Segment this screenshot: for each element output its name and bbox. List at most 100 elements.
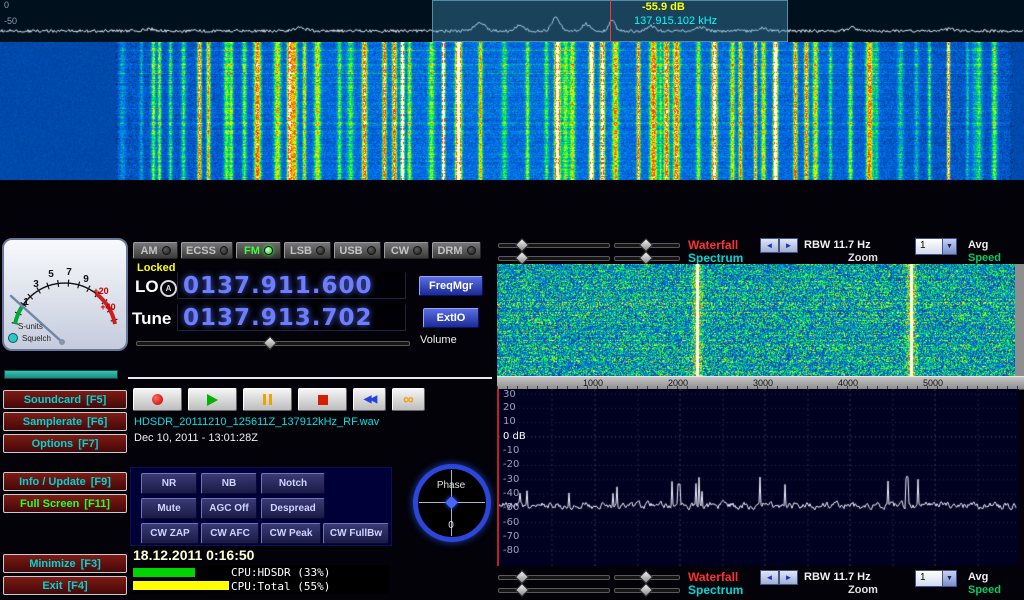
hdsdr-window: 137885 137890 137895 137900 137905 13791…	[0, 0, 1024, 600]
waterfall-label[interactable]: Waterfall	[688, 238, 738, 252]
record-button[interactable]	[133, 388, 182, 411]
contrast-slider-2[interactable]	[614, 256, 680, 261]
loop-button[interactable]: ∞	[392, 388, 425, 411]
cw-peak-button[interactable]: CW Peak	[261, 523, 321, 544]
mode-bar: AM ECSS FM LSB USB CW DRM	[133, 242, 481, 259]
lo-label: LO	[135, 277, 159, 297]
audio-spectrum-trace[interactable]	[499, 389, 1017, 566]
squelch-level-bar[interactable]	[4, 370, 118, 379]
waterfall-label[interactable]: Waterfall	[688, 570, 738, 584]
chevron-down-icon[interactable]: ▼	[942, 239, 956, 254]
s-units-label: S-units	[18, 322, 43, 331]
meter-tick-plus20: +20	[93, 286, 108, 296]
mini-scale-0: 0	[4, 0, 9, 10]
mode-button-drm[interactable]: DRM	[432, 242, 481, 259]
brightness-slider-2[interactable]	[498, 588, 610, 593]
rf-spectrum-strip[interactable]: 0 -50 -55.9 dB 137.915.102 kHz	[0, 0, 1024, 42]
ruler-label: 4000	[818, 378, 878, 388]
ruler-label: 5000	[903, 378, 963, 388]
chevron-down-icon[interactable]: ▼	[942, 571, 956, 586]
tune-frequency-display[interactable]: 0137.913.702	[177, 304, 406, 331]
zoom-left-arrow[interactable]: ◄	[760, 570, 779, 585]
phase-scope[interactable]: Phase 0	[410, 462, 492, 548]
squelch-label: Squelch	[22, 334, 51, 343]
nr-button[interactable]: NR	[141, 473, 197, 494]
meter-tick-9: 9	[83, 274, 89, 285]
options-button[interactable]: Options [F7]	[3, 434, 127, 453]
exit-button[interactable]: Exit [F4]	[3, 576, 127, 595]
meter-tick-7: 7	[66, 267, 72, 278]
slider-thumb[interactable]	[639, 583, 653, 597]
zoom-left-arrow[interactable]: ◄	[760, 238, 779, 253]
meter-tick-3: 3	[33, 279, 39, 290]
locked-indicator: Locked	[137, 262, 176, 274]
cursor-db-readout: -55.9 dB	[642, 1, 685, 13]
squelch-knob[interactable]	[9, 334, 18, 343]
mute-button[interactable]: Mute	[141, 498, 197, 519]
despread-button[interactable]: Despread	[261, 498, 325, 519]
audio-waterfall-edge	[1015, 264, 1024, 376]
avg-speed-dropdown[interactable]: 1 ▼	[915, 570, 957, 587]
notch-button[interactable]: Notch	[261, 473, 325, 494]
slider-thumb[interactable]	[515, 583, 529, 597]
zoom-right-arrow[interactable]: ►	[779, 570, 798, 585]
mode-button-am[interactable]: AM	[133, 242, 178, 259]
avg-speed-dropdown[interactable]: 1 ▼	[915, 238, 957, 255]
extio-button[interactable]: ExtIO	[423, 308, 479, 328]
spectrum-label[interactable]: Spectrum	[688, 251, 743, 265]
samplerate-button[interactable]: Samplerate [F6]	[3, 412, 127, 431]
cw-zap-button[interactable]: CW ZAP	[141, 523, 199, 544]
agc-button[interactable]: AGC Off	[201, 498, 257, 519]
audio-spectrum[interactable]: 30 20 10 0 dB -10 -20 -30 -40 -50 -60 -7…	[497, 389, 1019, 566]
speed-label: Speed	[968, 252, 1001, 264]
db-tick-0db: 0 dB	[503, 431, 526, 442]
lo-a-badge[interactable]: A	[160, 280, 177, 297]
volume-slider[interactable]	[136, 341, 410, 346]
audio-waterfall[interactable]	[497, 264, 1015, 376]
cw-fullbw-button[interactable]: CW FullBw	[323, 523, 389, 544]
brightness-slider[interactable]	[498, 243, 610, 248]
contrast-slider[interactable]	[614, 243, 680, 248]
playback-bar: ◀◀ ∞	[133, 388, 425, 411]
volume-slider-thumb[interactable]	[263, 336, 277, 350]
recording-date: Dec 10, 2011 - 13:01:28Z	[134, 432, 258, 444]
menu-label: Minimize	[29, 558, 75, 570]
cpu-hdsdr-text: CPU:HDSDR (33%)	[231, 566, 330, 579]
brightness-slider-2[interactable]	[498, 256, 610, 261]
stop-icon	[318, 395, 328, 405]
info-update-button[interactable]: Info / Update [F9]	[3, 472, 127, 491]
zoom-right-arrow[interactable]: ►	[779, 238, 798, 253]
brightness-slider[interactable]	[498, 575, 610, 580]
mode-button-lsb[interactable]: LSB	[284, 242, 331, 259]
spectrum-label[interactable]: Spectrum	[688, 583, 743, 597]
lo-frequency-display[interactable]: 0137.911.600	[177, 272, 406, 299]
stop-button[interactable]	[298, 388, 347, 411]
nb-button[interactable]: NB	[201, 473, 257, 494]
tune-label: Tune	[132, 309, 171, 329]
mode-button-ecss[interactable]: ECSS	[181, 242, 233, 259]
mode-button-fm[interactable]: FM	[236, 242, 281, 259]
freqmgr-button[interactable]: FreqMgr	[419, 276, 483, 296]
play-button[interactable]	[188, 388, 237, 411]
db-tick: -40	[503, 488, 519, 499]
contrast-slider[interactable]	[614, 575, 680, 580]
cw-afc-button[interactable]: CW AFC	[201, 523, 259, 544]
pause-button[interactable]	[243, 388, 292, 411]
rewind-button[interactable]: ◀◀	[353, 388, 386, 411]
menu-label: Soundcard	[24, 394, 81, 406]
minimize-button[interactable]: Minimize [F3]	[3, 554, 127, 573]
fullscreen-button[interactable]: Full Screen [F11]	[3, 494, 127, 513]
audio-frequency-ruler[interactable]: 1000 2000 3000 4000 5000	[497, 376, 1024, 390]
cpu-hdsdr-bar	[133, 568, 195, 577]
mode-button-usb[interactable]: USB	[334, 242, 381, 259]
dropdown-value: 1	[916, 239, 942, 254]
ruler-label: 3000	[733, 378, 793, 388]
contrast-slider-2[interactable]	[614, 588, 680, 593]
rewind-icon: ◀◀	[364, 394, 375, 405]
tune-cursor-line[interactable]	[610, 0, 611, 42]
slider-thumb[interactable]	[515, 251, 529, 265]
display-controls-bottom: Waterfall ◄ ► RBW 11.7 Hz 1 ▼ Avg Spectr…	[496, 570, 1024, 596]
mode-button-cw[interactable]: CW	[384, 242, 429, 259]
slider-thumb[interactable]	[639, 251, 653, 265]
soundcard-button[interactable]: Soundcard [F5]	[3, 390, 127, 409]
